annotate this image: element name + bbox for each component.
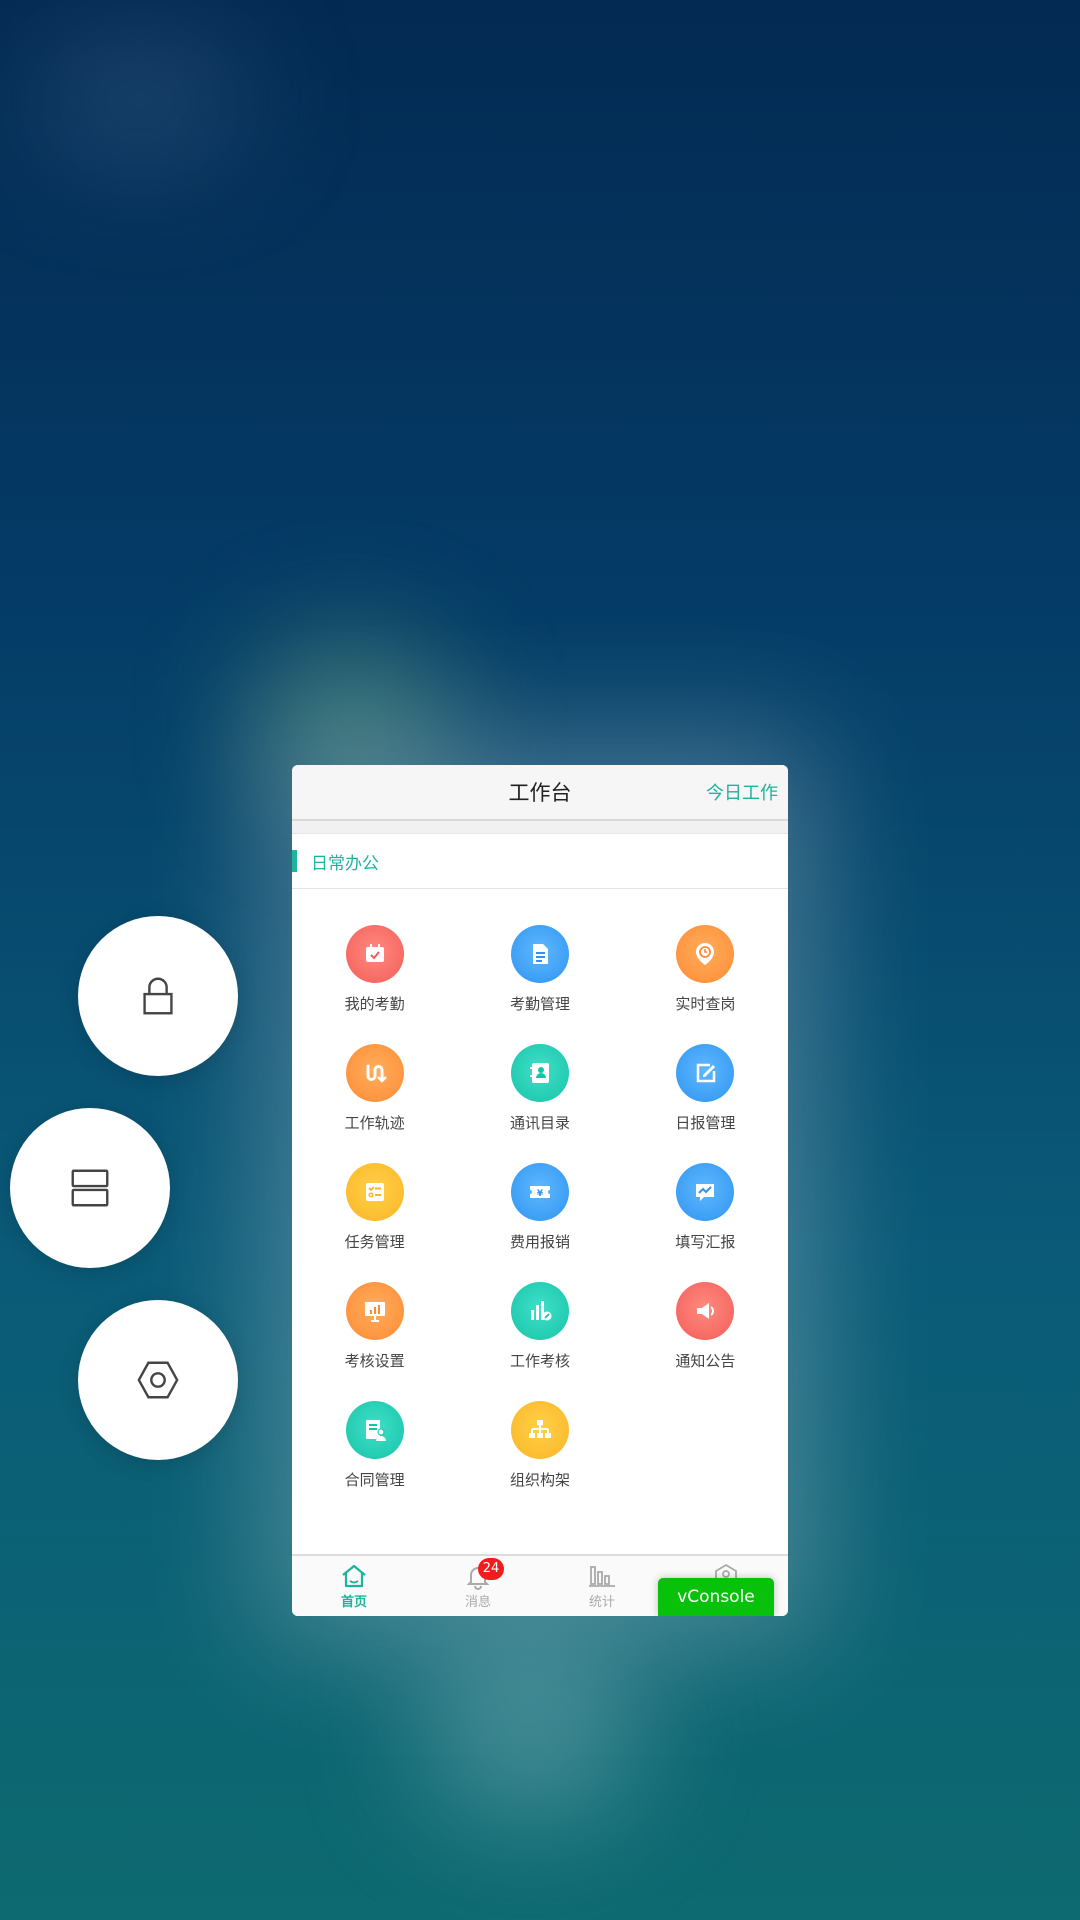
grid-item-submit-report[interactable]: 填写汇报 — [623, 1163, 788, 1259]
grid-item-contacts[interactable]: 通讯目录 — [457, 1044, 622, 1140]
grid-item-org-structure[interactable]: 组织构架 — [457, 1401, 622, 1497]
vconsole-button[interactable]: vConsole — [658, 1578, 774, 1616]
tab-label: 消息 — [464, 1595, 491, 1610]
tab-label: 首页 — [340, 1595, 367, 1610]
grid-item-realtime-check[interactable]: 实时查岗 — [623, 925, 788, 1021]
grid-item-work-track[interactable]: 工作轨迹 — [292, 1044, 457, 1140]
location-clock-icon — [676, 925, 735, 983]
grid-item-label: 通知公告 — [675, 1352, 736, 1370]
today-work-link[interactable]: 今日工作 — [706, 779, 778, 805]
page-title: 工作台 — [508, 781, 572, 805]
grid-item-assessment-settings[interactable]: 考核设置 — [292, 1282, 457, 1378]
document-icon — [510, 925, 569, 983]
grid-item-label: 通讯目录 — [509, 1114, 570, 1132]
grid-item-label: 考核设置 — [344, 1352, 405, 1370]
checklist-icon — [345, 1163, 404, 1221]
bar-chart-icon — [510, 1282, 569, 1340]
edit-icon — [676, 1044, 735, 1102]
presentation-icon — [345, 1282, 404, 1340]
chart-message-icon — [676, 1163, 735, 1221]
section-header: 日常办公 — [292, 834, 788, 889]
tab-home[interactable]: 首页 — [292, 1556, 416, 1616]
grid-item-label: 合同管理 — [344, 1471, 405, 1489]
divider — [292, 821, 788, 834]
grid-item-contract[interactable]: 合同管理 — [292, 1401, 457, 1497]
section-marker — [292, 850, 297, 872]
header: 工作台 今日工作 — [292, 765, 788, 821]
grid-item-label: 组织构架 — [509, 1471, 570, 1489]
section-title: 日常办公 — [311, 853, 379, 874]
grid-item-attendance-management[interactable]: 考勤管理 — [457, 925, 622, 1021]
contract-icon — [345, 1401, 404, 1459]
function-grid: 我的考勤 考勤管理 实时查岗 工作轨迹 通讯目录 日报管理 任务管理 ¥ 费用报… — [292, 889, 788, 1497]
message-badge: 24 — [478, 1558, 504, 1580]
org-chart-icon — [510, 1401, 569, 1459]
split-screen-icon — [71, 1169, 109, 1207]
grid-item-label: 我的考勤 — [344, 995, 405, 1013]
settings-button[interactable] — [78, 1300, 238, 1460]
grid-item-task-management[interactable]: 任务管理 — [292, 1163, 457, 1259]
app-card[interactable]: 工作台 今日工作 日常办公 我的考勤 考勤管理 实时查岗 工作轨迹 通讯目录 日… — [292, 765, 788, 1616]
grid-item-label: 任务管理 — [344, 1233, 405, 1251]
grid-item-label: 实时查岗 — [675, 995, 736, 1013]
grid-item-work-assessment[interactable]: 工作考核 — [457, 1282, 622, 1378]
grid-item-label: 考勤管理 — [509, 995, 570, 1013]
yuan-ticket-icon: ¥ — [510, 1163, 569, 1221]
grid-item-attendance[interactable]: 我的考勤 — [292, 925, 457, 1021]
grid-item-expense[interactable]: ¥ 费用报销 — [457, 1163, 622, 1259]
svg-text:¥: ¥ — [537, 1189, 544, 1199]
tab-messages[interactable]: 24 消息 — [416, 1556, 540, 1616]
grid-item-label: 填写汇报 — [675, 1233, 736, 1251]
grid-item-label: 日报管理 — [675, 1114, 736, 1132]
tab-stats[interactable]: 统计 — [540, 1556, 664, 1616]
route-icon — [345, 1044, 404, 1102]
split-screen-button[interactable] — [10, 1108, 170, 1268]
grid-item-label: 工作考核 — [509, 1352, 570, 1370]
stats-icon — [589, 1566, 615, 1587]
contacts-icon — [510, 1044, 569, 1102]
lock-button[interactable] — [78, 916, 238, 1076]
grid-item-notice[interactable]: 通知公告 — [623, 1282, 788, 1378]
grid-item-label: 费用报销 — [509, 1233, 570, 1251]
calendar-check-icon — [345, 925, 404, 983]
tab-label: 统计 — [588, 1595, 615, 1610]
speaker-icon — [676, 1282, 735, 1340]
grid-item-label: 工作轨迹 — [344, 1114, 405, 1132]
lock-icon — [143, 977, 173, 1015]
grid-item-daily-report[interactable]: 日报管理 — [623, 1044, 788, 1140]
home-icon — [342, 1564, 366, 1588]
settings-icon — [137, 1361, 179, 1399]
